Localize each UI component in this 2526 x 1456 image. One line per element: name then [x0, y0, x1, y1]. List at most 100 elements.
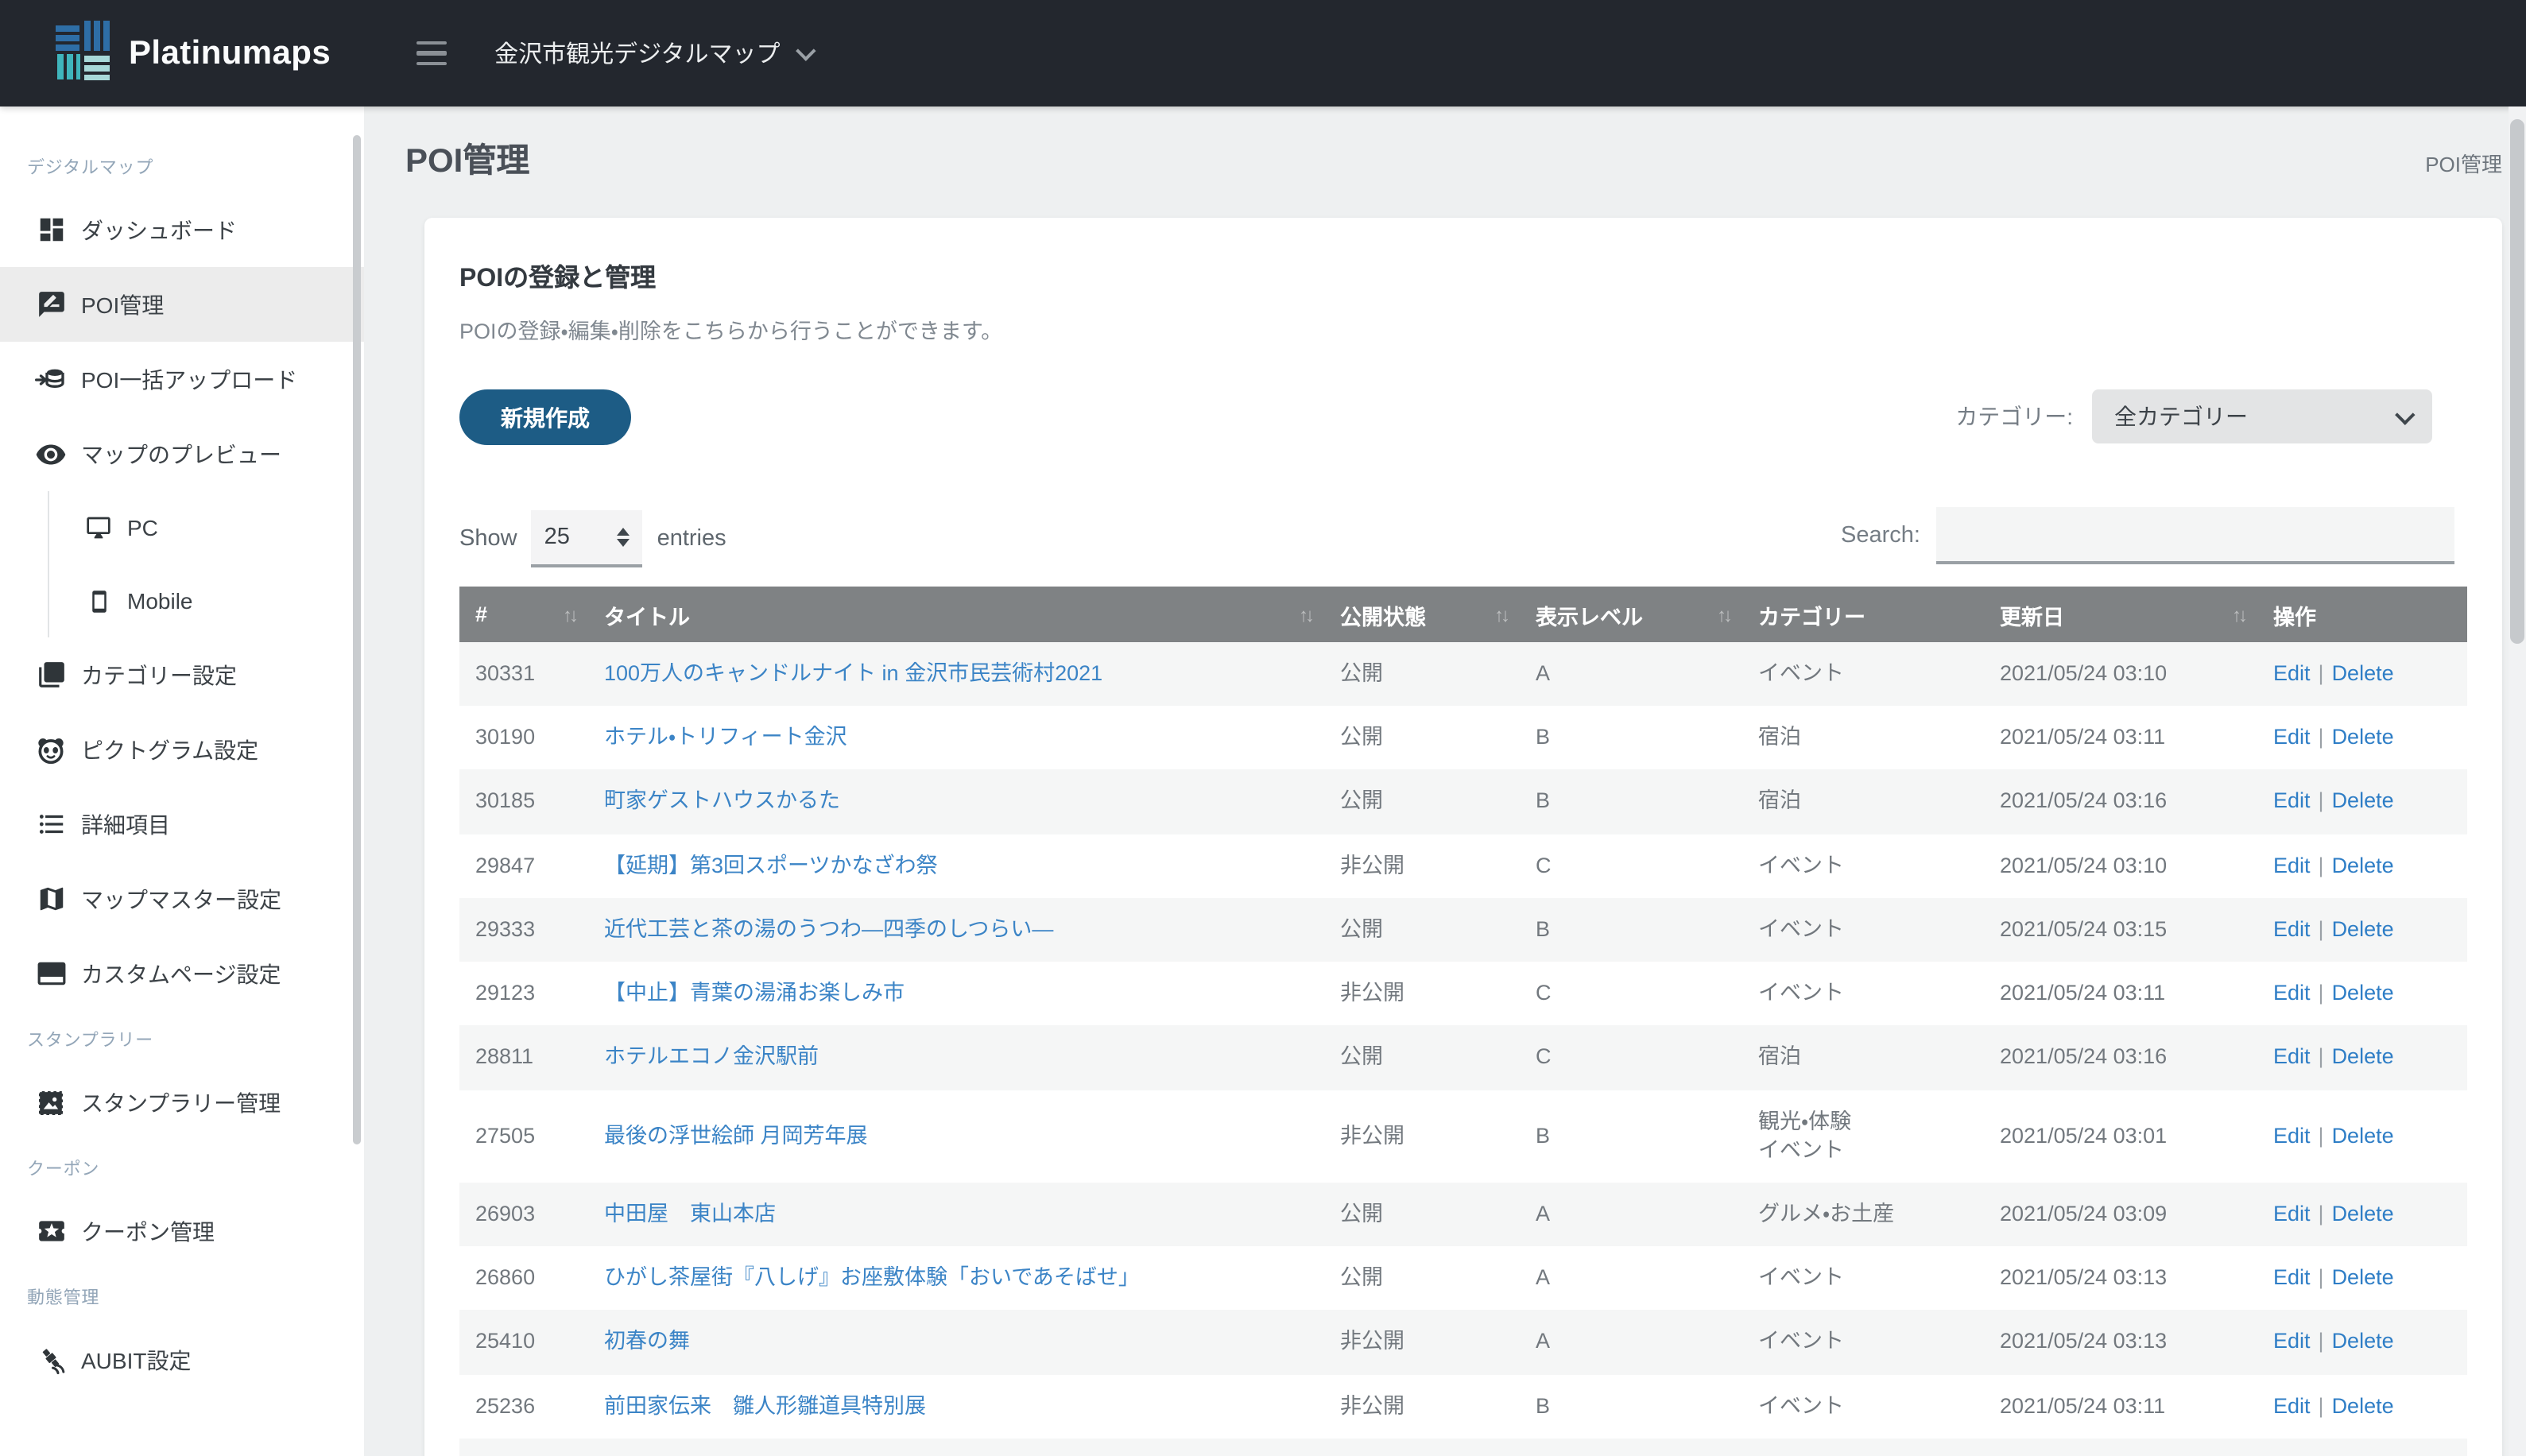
edit-link[interactable]: Edit	[2273, 1393, 2311, 1417]
ops-cell: Edit|Delete	[2257, 962, 2467, 1025]
delete-link[interactable]: Delete	[2332, 1045, 2394, 1069]
updated-cell: 2021/05/24 03:16	[1984, 770, 2257, 834]
status-cell: 非公開	[1324, 1311, 1520, 1374]
edit-link[interactable]: Edit	[2273, 661, 2311, 685]
delete-link[interactable]: Delete	[2332, 853, 2394, 877]
column-header[interactable]: #↑↓	[459, 587, 588, 642]
sidebar-item-label: クーポン管理	[81, 1215, 215, 1247]
ops-separator: |	[2319, 1045, 2324, 1069]
edit-link[interactable]: Edit	[2273, 917, 2311, 941]
sidebar-item[interactable]: ダッシュボード	[0, 192, 364, 267]
delete-link[interactable]: Delete	[2332, 725, 2394, 749]
ops-cell: Edit | Delete	[2257, 1090, 2467, 1183]
delete-link[interactable]: Delete	[2332, 789, 2394, 813]
create-new-button[interactable]: 新規作成	[459, 389, 631, 445]
map-switcher-dropdown[interactable]: 金沢市観光デジタルマップ	[494, 37, 810, 70]
delete-link[interactable]: Delete	[2332, 661, 2394, 685]
category-cell: 宿泊	[1742, 1026, 1984, 1090]
category-cell: グルメ・お土産	[1742, 1183, 1984, 1246]
sidebar-sub-item[interactable]: PC	[49, 491, 364, 564]
poi-id-cell: 28811	[459, 1026, 588, 1090]
poi-card: POIの登録と管理 POIの登録・編集・削除をこちらから行うことができます。 新…	[424, 218, 2502, 1456]
coupon-icon	[35, 1215, 67, 1247]
edit-link[interactable]: Edit	[2273, 981, 2311, 1005]
sidebar-item-label: マップのプレビュー	[81, 438, 281, 470]
poi-title-link[interactable]: ホテルエコノ金沢駅前	[604, 1045, 819, 1069]
category-filter-select[interactable]: 全カテゴリー	[2092, 389, 2432, 443]
sort-icon: ↑↓	[563, 603, 575, 625]
sidebar-sub-item[interactable]: Mobile	[49, 564, 364, 637]
poi-title-link[interactable]: 【延期】第3回スポーツかなざわ祭	[604, 853, 938, 877]
sidebar-item[interactable]: ピクトグラム設定	[0, 712, 364, 787]
sidebar-scrollbar[interactable]	[353, 135, 361, 1144]
ops-cell: Edit | Delete	[2257, 1026, 2467, 1090]
poi-title-link[interactable]: 100万人のキャンドルナイト in 金沢市民芸術村2021	[604, 661, 1102, 685]
sort-icon: ↑↓	[1717, 603, 1730, 625]
sidebar-item[interactable]: マップマスター設定	[0, 862, 364, 936]
delete-link[interactable]: Delete	[2332, 981, 2394, 1005]
edit-link[interactable]: Edit	[2273, 853, 2311, 877]
ops-cell: Edit|Delete	[2257, 1439, 2467, 1456]
page-length-select[interactable]: 25	[532, 510, 643, 567]
poi-title-link[interactable]: 初春の舞	[604, 1330, 690, 1353]
poi-title-link[interactable]: ひがし茶屋街『八しげ』お座敷体験「おいであそばせ」	[604, 1265, 1140, 1289]
updated-cell: 2021/05/24 03:15	[1984, 898, 2257, 962]
delete-link[interactable]: Delete	[2332, 1123, 2394, 1147]
delete-link[interactable]: Delete	[2332, 1330, 2394, 1353]
column-header[interactable]: 公開状態 ↑↓	[1324, 587, 1520, 642]
updated-cell: 2021/05/24 03:10	[1984, 834, 2257, 897]
page-scrollbar-thumb[interactable]	[2510, 119, 2524, 644]
sidebar-item[interactable]: POI管理	[0, 267, 364, 342]
poi-title-link[interactable]: 近代工芸と茶の湯のうつわ―四季のしつらい―	[604, 917, 1053, 941]
list-icon	[35, 808, 67, 840]
sidebar-item[interactable]: カテゴリー設定	[0, 637, 364, 712]
sort-icon: ↑↓	[1494, 603, 1507, 625]
sidebar-toggle-hamburger-icon[interactable]	[413, 35, 450, 72]
poi-title-link[interactable]: ホテル・トリフィート金沢	[604, 725, 847, 749]
delete-link[interactable]: Delete	[2332, 917, 2394, 941]
level-cell: A	[1520, 1246, 1742, 1310]
category-icon	[35, 659, 67, 691]
stamp-icon	[35, 1086, 67, 1118]
column-header-label: 公開状態	[1340, 605, 1426, 629]
category-cell: 観光・体験 イベント	[1742, 1090, 1984, 1183]
poi-title-link[interactable]: 前田家伝来 雛人形雛道具特別展	[604, 1393, 926, 1417]
delete-link[interactable]: Delete	[2332, 1202, 2394, 1226]
edit-link[interactable]: Edit	[2273, 1045, 2311, 1069]
table-row: 30190ホテル・トリフィート金沢公開B宿泊2021/05/24 03:11Ed…	[459, 706, 2467, 769]
eye-icon	[35, 438, 67, 470]
table-header: #↑↓タイトル↑↓公開状態↑↓表示レベル↑↓カテゴリー更新日↑↓操作	[459, 587, 2467, 642]
brand-logo[interactable]: Platinumaps	[56, 18, 331, 88]
edit-link[interactable]: Edit	[2273, 725, 2311, 749]
page-scrollbar[interactable]	[2509, 106, 2526, 1456]
column-header[interactable]: タイトル↑↓	[588, 587, 1324, 642]
poi-title-link[interactable]: 町家ゲストハウスかるた	[604, 789, 840, 813]
sidebar-item[interactable]: POI一括アップロード	[0, 342, 364, 416]
sidebar-item[interactable]: カスタムページ設定	[0, 936, 364, 1011]
ops-separator: |	[2319, 1123, 2324, 1147]
poi-id-cell: 27505	[459, 1090, 588, 1183]
search-input[interactable]	[1936, 507, 2454, 564]
edit-link[interactable]: Edit	[2273, 1265, 2311, 1289]
poi-title-link[interactable]: 中田屋 東山本店	[604, 1202, 776, 1226]
sidebar-item[interactable]: AUBIT設定	[0, 1322, 364, 1397]
sidebar-item[interactable]: クーポン管理	[0, 1194, 364, 1268]
poi-title-link[interactable]: 【中止】青葉の湯涌お楽しみ市	[604, 981, 905, 1005]
status-cell: 非公開	[1324, 1374, 1520, 1438]
column-header[interactable]: 表示レベル↑↓	[1520, 587, 1742, 642]
sidebar: デジタルマップダッシュボードPOI管理POI一括アップロードマップのプレビューP…	[0, 106, 364, 1456]
sidebar-item[interactable]: スタンプラリー管理	[0, 1065, 364, 1140]
edit-link[interactable]: Edit	[2273, 1202, 2311, 1226]
edit-link[interactable]: Edit	[2273, 1123, 2311, 1147]
sidebar-item[interactable]: マップのプレビュー	[0, 416, 364, 491]
category-cell: イベント	[1742, 1374, 1984, 1438]
edit-link[interactable]: Edit	[2273, 1330, 2311, 1353]
poi-title-link[interactable]: 最後の浮世絵師 月岡芳年展	[604, 1123, 868, 1147]
edit-link[interactable]: Edit	[2273, 789, 2311, 813]
delete-link[interactable]: Delete	[2332, 1393, 2394, 1417]
category-cell: イベント	[1742, 1311, 1984, 1374]
delete-link[interactable]: Delete	[2332, 1265, 2394, 1289]
sidebar-item[interactable]: 詳細項目	[0, 787, 364, 862]
column-header[interactable]: 更新日↑↓	[1984, 587, 2257, 642]
ops-cell: Edit|Delete	[2257, 642, 2467, 706]
